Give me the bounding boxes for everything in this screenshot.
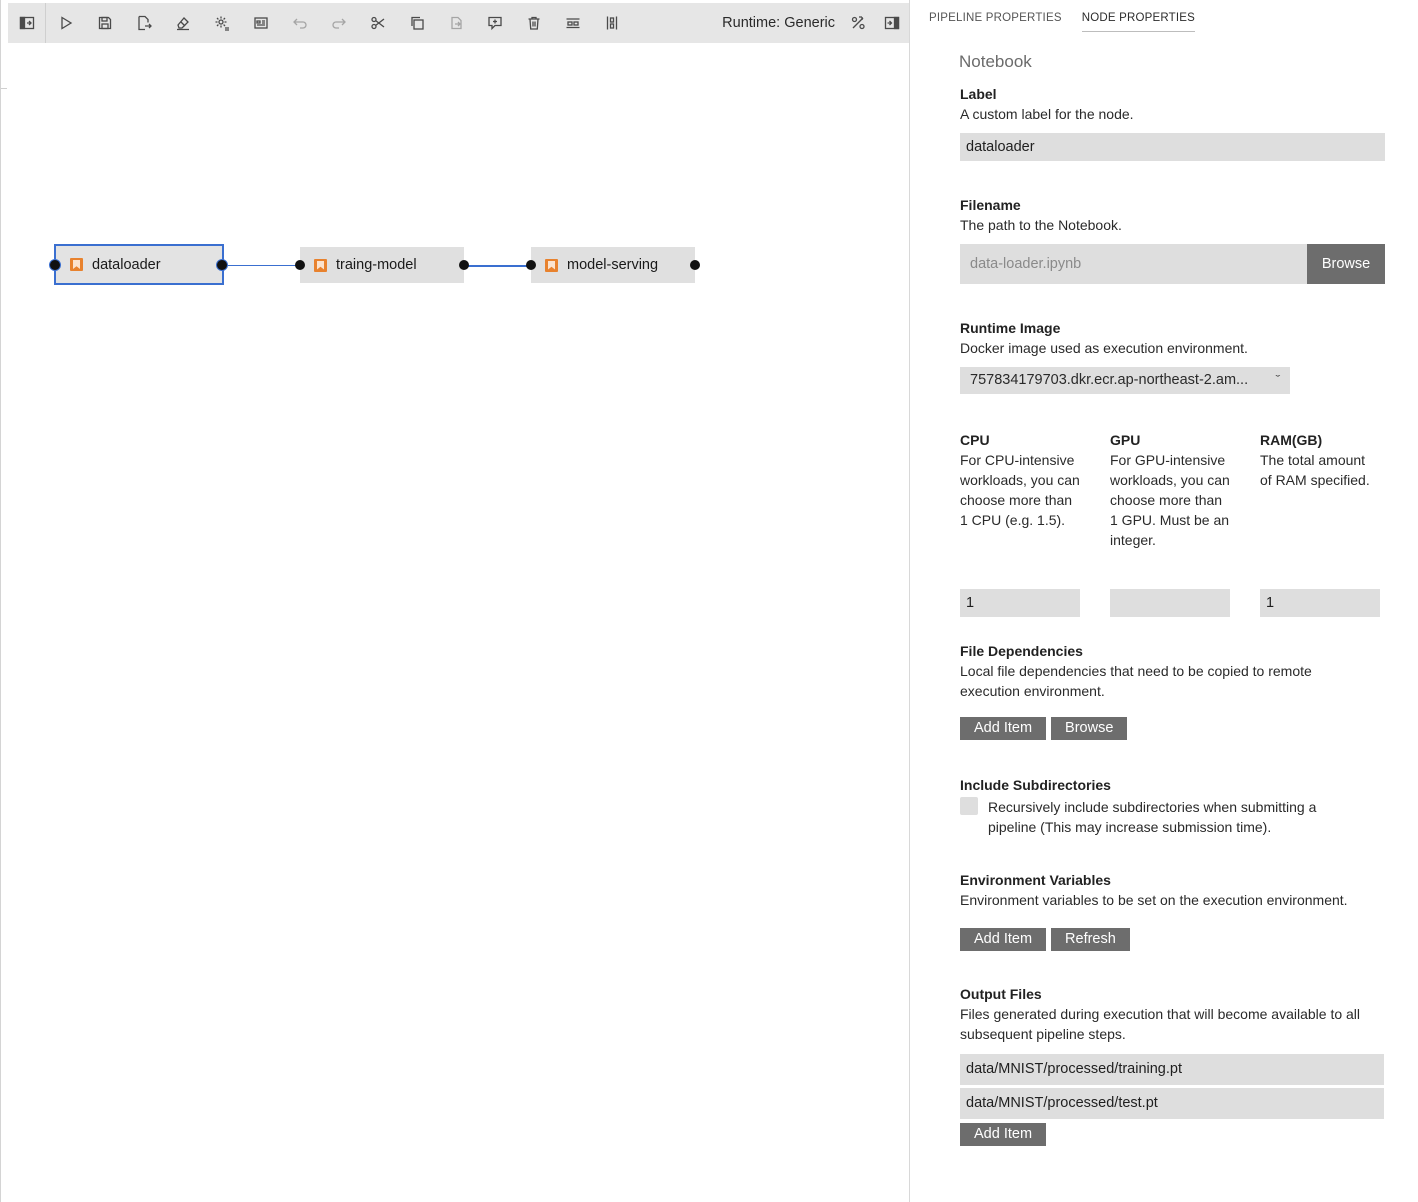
gpu-input[interactable]	[1110, 589, 1230, 617]
save-icon[interactable]	[85, 3, 124, 43]
include-subdirectories-checkbox[interactable]	[960, 797, 978, 815]
input-port[interactable]	[295, 260, 305, 270]
file-dependencies-actions: Add Item Browse	[960, 717, 1385, 740]
include-subdirectories-row: Recursively include subdirectories when …	[960, 797, 1385, 837]
notebook-icon	[70, 258, 83, 271]
runtime-type-icon	[841, 3, 875, 43]
file-dependencies-description: Local file dependencies that need to be …	[960, 663, 1312, 699]
output-files-actions: Add Item	[960, 1123, 1385, 1146]
input-port[interactable]	[49, 259, 61, 271]
ram-title: RAM(GB)	[1260, 432, 1323, 448]
output-files-list: data/MNIST/processed/training.pt data/MN…	[960, 1054, 1385, 1119]
node-label: model-serving	[567, 257, 659, 273]
ram-input[interactable]: 1	[1260, 589, 1380, 617]
open-runtimes-icon[interactable]	[202, 3, 241, 43]
environment-variables-description: Environment variables to be set on the e…	[960, 892, 1348, 908]
label-description: A custom label for the node.	[960, 106, 1134, 122]
run-icon[interactable]	[46, 3, 85, 43]
ram-description: The total amount of RAM specified.	[1260, 452, 1370, 488]
input-port[interactable]	[526, 260, 536, 270]
pipeline-node-traing-model[interactable]: traing-model	[300, 247, 464, 283]
output-files-add-button[interactable]: Add Item	[960, 1123, 1047, 1146]
ram-field: RAM(GB) The total amount of RAM specifie…	[1260, 430, 1380, 617]
file-dependencies-field: File Dependencies Local file dependencie…	[960, 641, 1385, 740]
tab-node-properties[interactable]: NODE PROPERTIES	[1081, 12, 1196, 32]
runtime-label: Runtime: Generic	[722, 15, 835, 31]
file-dependencies-title: File Dependencies	[960, 643, 1083, 659]
runtime-image-title: Runtime Image	[960, 320, 1061, 336]
output-port[interactable]	[459, 260, 469, 270]
include-subdirectories-field: Include Subdirectories Recursively inclu…	[960, 775, 1385, 837]
pipeline-node-dataloader[interactable]: dataloader	[54, 244, 224, 285]
include-subdirectories-description: Recursively include subdirectories when …	[988, 799, 1317, 835]
copy-icon[interactable]	[397, 3, 436, 43]
output-port[interactable]	[690, 260, 700, 270]
filename-description: The path to the Notebook.	[960, 217, 1122, 233]
environment-variables-actions: Add Item Refresh	[960, 928, 1385, 951]
properties-tabs: PIPELINE PROPERTIES NODE PROPERTIES	[929, 12, 1196, 32]
output-port[interactable]	[216, 259, 228, 271]
paste-icon[interactable]	[436, 3, 475, 43]
filename-browse-button[interactable]: Browse	[1307, 244, 1385, 284]
arrange-horizontal-icon[interactable]	[553, 3, 592, 43]
cpu-description: For CPU-intensive workloads, you can cho…	[960, 452, 1080, 528]
node-label: dataloader	[92, 256, 161, 273]
redo-icon[interactable]	[319, 3, 358, 43]
filename-title: Filename	[960, 197, 1021, 213]
notebook-icon	[545, 258, 558, 272]
output-file-item[interactable]: data/MNIST/processed/training.pt	[960, 1054, 1384, 1085]
notebook-icon	[314, 258, 327, 272]
tab-pipeline-properties[interactable]: PIPELINE PROPERTIES	[929, 12, 1062, 32]
output-files-field: Output Files Files generated during exec…	[960, 984, 1385, 1146]
label-input[interactable]: dataloader	[960, 133, 1385, 161]
runtime-image-select[interactable]: 757834179703.dkr.ecr.ap-northeast-2.am..…	[960, 367, 1290, 394]
output-files-title: Output Files	[960, 986, 1042, 1002]
link-dataloader-to-traing-model[interactable]	[223, 264, 300, 266]
output-file-item[interactable]: data/MNIST/processed/test.pt	[960, 1088, 1384, 1119]
cpu-title: CPU	[960, 432, 990, 448]
divider	[1, 88, 7, 89]
environment-variables-field: Environment Variables Environment variab…	[960, 870, 1385, 951]
cpu-input[interactable]: 1	[960, 589, 1080, 617]
environment-variables-add-button[interactable]: Add Item	[960, 928, 1047, 951]
output-files-description: Files generated during execution that wi…	[960, 1006, 1361, 1042]
environment-variables-refresh-button[interactable]: Refresh	[1051, 928, 1130, 951]
pipeline-editor: Runtime: Generic dataloader traing-model…	[0, 0, 909, 1202]
gpu-title: GPU	[1110, 432, 1141, 448]
add-comment-icon[interactable]	[475, 3, 514, 43]
label-field: Label A custom label for the node. datal…	[960, 84, 1385, 161]
filename-field: Filename The path to the Notebook. data-…	[960, 195, 1385, 284]
gpu-description: For GPU-intensive workloads, you can cho…	[1110, 452, 1230, 548]
filename-row: data-loader.ipynb Browse	[960, 244, 1385, 284]
label-title: Label	[960, 86, 997, 102]
runtime-image-value: 757834179703.dkr.ecr.ap-northeast-2.am..…	[970, 372, 1249, 388]
node-label: traing-model	[336, 257, 417, 273]
filename-input[interactable]: data-loader.ipynb	[960, 244, 1307, 284]
cpu-field: CPU For CPU-intensive workloads, you can…	[960, 430, 1080, 617]
delete-icon[interactable]	[514, 3, 553, 43]
pipeline-canvas[interactable]: dataloader traing-model model-serving	[8, 43, 909, 1202]
open-runtime-images-icon[interactable]	[241, 3, 280, 43]
file-dependencies-add-button[interactable]: Add Item	[960, 717, 1047, 740]
clear-icon[interactable]	[163, 3, 202, 43]
link-traing-model-to-model-serving[interactable]	[464, 265, 531, 267]
export-icon[interactable]	[124, 3, 163, 43]
chevron-down-icon: ˇ	[1275, 374, 1281, 386]
pipeline-node-model-serving[interactable]: model-serving	[531, 247, 695, 283]
cut-icon[interactable]	[358, 3, 397, 43]
toggle-left-panel-icon[interactable]	[8, 3, 46, 43]
gpu-field: GPU For GPU-intensive workloads, you can…	[1110, 430, 1230, 617]
runtime-image-description: Docker image used as execution environme…	[960, 340, 1248, 356]
properties-panel: PIPELINE PROPERTIES NODE PROPERTIES Note…	[909, 0, 1418, 1202]
toggle-properties-panel-icon[interactable]	[875, 3, 909, 43]
file-dependencies-browse-button[interactable]: Browse	[1051, 717, 1128, 740]
undo-icon[interactable]	[280, 3, 319, 43]
node-type-heading: Notebook	[959, 52, 1032, 71]
runtime-image-field: Runtime Image Docker image used as execu…	[960, 318, 1385, 394]
include-subdirectories-title: Include Subdirectories	[960, 777, 1111, 793]
environment-variables-title: Environment Variables	[960, 872, 1111, 888]
arrange-vertical-icon[interactable]	[592, 3, 631, 43]
pipeline-toolbar: Runtime: Generic	[8, 3, 909, 43]
